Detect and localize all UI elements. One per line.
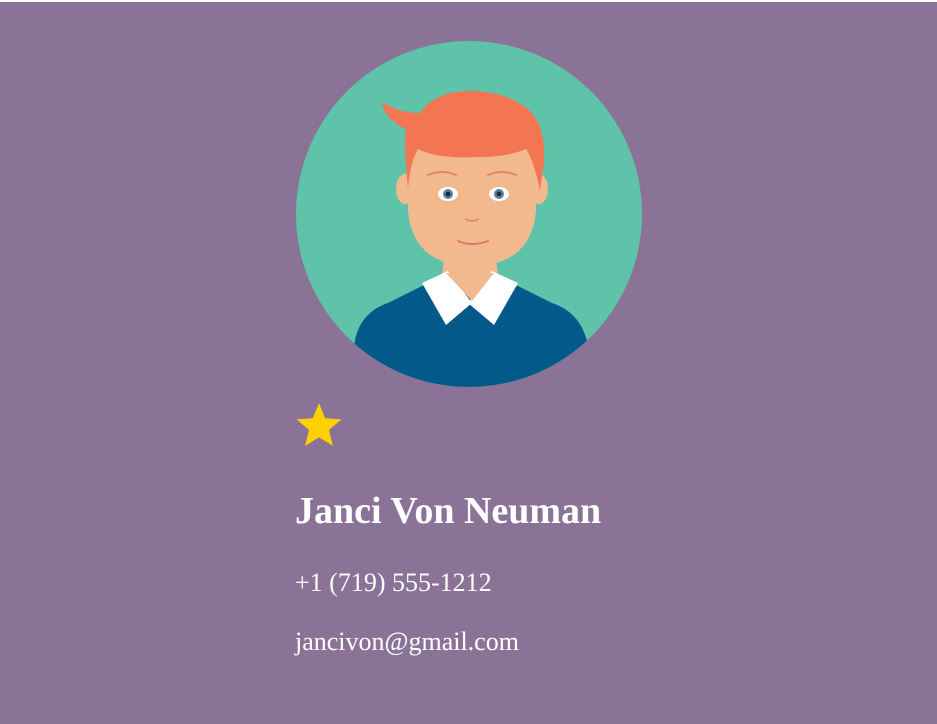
page-background: Janci Von Neuman +1 (719) 555-1212 janci… bbox=[0, 2, 937, 724]
boy-avatar-icon bbox=[296, 41, 642, 387]
contact-email: jancivon@gmail.com bbox=[295, 627, 519, 656]
contact-phone: +1 (719) 555-1212 bbox=[295, 568, 492, 597]
avatar bbox=[296, 41, 642, 387]
favorite-star-button[interactable] bbox=[295, 401, 343, 449]
contact-name: Janci Von Neuman bbox=[295, 490, 602, 532]
star-icon bbox=[296, 403, 342, 446]
